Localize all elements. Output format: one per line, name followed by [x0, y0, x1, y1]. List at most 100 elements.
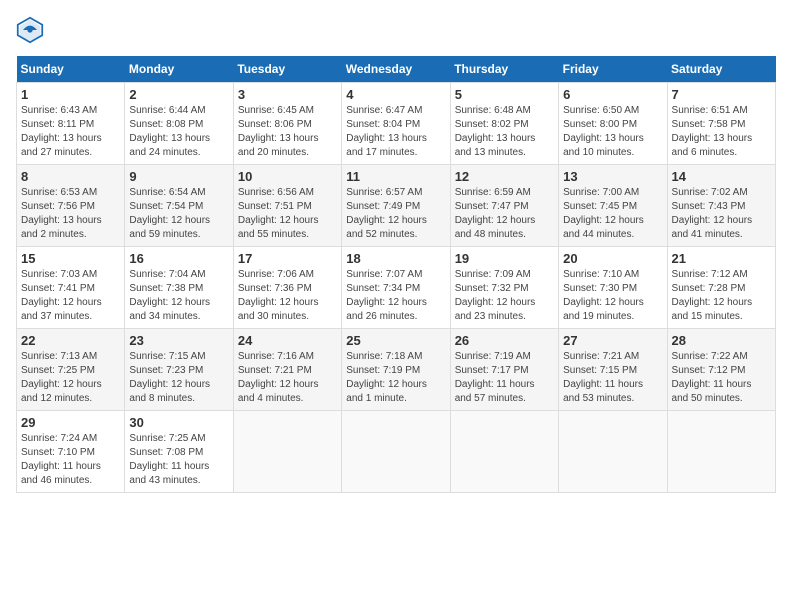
day-number: 8: [21, 169, 120, 184]
day-detail: Sunrise: 6:59 AM Sunset: 7:47 PM Dayligh…: [455, 186, 554, 242]
day-detail: Sunrise: 7:10 AM Sunset: 7:30 PM Dayligh…: [563, 268, 662, 324]
week-row-1: 1Sunrise: 6:43 AM Sunset: 8:11 PM Daylig…: [17, 83, 776, 165]
day-detail: Sunrise: 7:21 AM Sunset: 7:15 PM Dayligh…: [563, 350, 662, 406]
day-detail: Sunrise: 6:44 AM Sunset: 8:08 PM Dayligh…: [129, 104, 228, 160]
day-cell: 9 Sunrise: 6:54 AM Sunset: 7:54 PM Daylig…: [125, 165, 233, 247]
col-header-wednesday: Wednesday: [342, 56, 450, 83]
day-detail: Sunrise: 7:09 AM Sunset: 7:32 PM Dayligh…: [455, 268, 554, 324]
day-cell: [233, 411, 341, 493]
day-cell: 18Sunrise: 7:07 AM Sunset: 7:34 PM Dayli…: [342, 247, 450, 329]
day-number: 9: [129, 169, 228, 184]
day-cell: 16 Sunrise: 7:04 AM Sunset: 7:38 PM Dayli…: [125, 247, 233, 329]
day-cell: 29 Sunrise: 7:24 AM Sunset: 7:10 PM Dayli…: [17, 411, 125, 493]
day-cell: 6Sunrise: 6:50 AM Sunset: 8:00 PM Daylig…: [559, 83, 667, 165]
day-cell: 28Sunrise: 7:22 AM Sunset: 7:12 PM Dayli…: [667, 329, 775, 411]
day-cell: 2 Sunrise: 6:44 AM Sunset: 8:08 PM Daylig…: [125, 83, 233, 165]
day-number: 15: [21, 251, 120, 266]
day-cell: 12 Sunrise: 6:59 AM Sunset: 7:47 PM Dayli…: [450, 165, 558, 247]
day-cell: 22 Sunrise: 7:13 AM Sunset: 7:25 PM Dayli…: [17, 329, 125, 411]
page-header: [16, 16, 776, 44]
day-detail: Sunrise: 7:24 AM Sunset: 7:10 PM Dayligh…: [21, 432, 120, 488]
day-cell: 3Sunrise: 6:45 AM Sunset: 8:06 PM Daylig…: [233, 83, 341, 165]
day-cell: 19 Sunrise: 7:09 AM Sunset: 7:32 PM Dayli…: [450, 247, 558, 329]
day-number: 7: [672, 87, 771, 102]
day-detail: Sunrise: 7:12 AM Sunset: 7:28 PM Dayligh…: [672, 268, 771, 324]
day-number: 17: [238, 251, 337, 266]
col-header-monday: Monday: [125, 56, 233, 83]
day-number: 16: [129, 251, 228, 266]
day-number: 3: [238, 87, 337, 102]
day-number: 14: [672, 169, 771, 184]
day-detail: Sunrise: 7:22 AM Sunset: 7:12 PM Dayligh…: [672, 350, 771, 406]
day-detail: Sunrise: 6:53 AM Sunset: 7:56 PM Dayligh…: [21, 186, 120, 242]
day-cell: 7 Sunrise: 6:51 AM Sunset: 7:58 PM Daylig…: [667, 83, 775, 165]
day-detail: Sunrise: 6:51 AM Sunset: 7:58 PM Dayligh…: [672, 104, 771, 160]
day-number: 29: [21, 415, 120, 430]
day-detail: Sunrise: 7:07 AM Sunset: 7:34 PM Dayligh…: [346, 268, 445, 324]
day-cell: [342, 411, 450, 493]
day-detail: Sunrise: 6:43 AM Sunset: 8:11 PM Dayligh…: [21, 104, 120, 160]
day-number: 19: [455, 251, 554, 266]
col-header-saturday: Saturday: [667, 56, 775, 83]
day-cell: [559, 411, 667, 493]
day-cell: 24 Sunrise: 7:16 AM Sunset: 7:21 PM Dayli…: [233, 329, 341, 411]
day-number: 12: [455, 169, 554, 184]
calendar-table: SundayMondayTuesdayWednesdayThursdayFrid…: [16, 56, 776, 493]
day-cell: 4 Sunrise: 6:47 AM Sunset: 8:04 PM Daylig…: [342, 83, 450, 165]
day-number: 22: [21, 333, 120, 348]
col-header-sunday: Sunday: [17, 56, 125, 83]
day-cell: 14 Sunrise: 7:02 AM Sunset: 7:43 PM Dayli…: [667, 165, 775, 247]
day-cell: 5 Sunrise: 6:48 AM Sunset: 8:02 PM Daylig…: [450, 83, 558, 165]
week-row-3: 15 Sunrise: 7:03 AM Sunset: 7:41 PM Dayli…: [17, 247, 776, 329]
week-row-2: 8 Sunrise: 6:53 AM Sunset: 7:56 PM Daylig…: [17, 165, 776, 247]
day-number: 26: [455, 333, 554, 348]
day-cell: 27 Sunrise: 7:21 AM Sunset: 7:15 PM Dayli…: [559, 329, 667, 411]
day-number: 2: [129, 87, 228, 102]
day-cell: 26 Sunrise: 7:19 AM Sunset: 7:17 PM Dayli…: [450, 329, 558, 411]
day-detail: Sunrise: 7:15 AM Sunset: 7:23 PM Dayligh…: [129, 350, 228, 406]
day-cell: 21 Sunrise: 7:12 AM Sunset: 7:28 PM Dayli…: [667, 247, 775, 329]
day-detail: Sunrise: 6:47 AM Sunset: 8:04 PM Dayligh…: [346, 104, 445, 160]
day-number: 5: [455, 87, 554, 102]
day-number: 23: [129, 333, 228, 348]
day-cell: 15 Sunrise: 7:03 AM Sunset: 7:41 PM Dayli…: [17, 247, 125, 329]
column-headers: SundayMondayTuesdayWednesdayThursdayFrid…: [17, 56, 776, 83]
day-number: 4: [346, 87, 445, 102]
day-detail: Sunrise: 7:06 AM Sunset: 7:36 PM Dayligh…: [238, 268, 337, 324]
day-detail: Sunrise: 6:57 AM Sunset: 7:49 PM Dayligh…: [346, 186, 445, 242]
day-cell: 13Sunrise: 7:00 AM Sunset: 7:45 PM Dayli…: [559, 165, 667, 247]
day-detail: Sunrise: 6:54 AM Sunset: 7:54 PM Dayligh…: [129, 186, 228, 242]
day-number: 11: [346, 169, 445, 184]
day-detail: Sunrise: 6:50 AM Sunset: 8:00 PM Dayligh…: [563, 104, 662, 160]
day-cell: [667, 411, 775, 493]
day-cell: 30 Sunrise: 7:25 AM Sunset: 7:08 PM Dayli…: [125, 411, 233, 493]
day-cell: [450, 411, 558, 493]
day-number: 20: [563, 251, 662, 266]
day-cell: 23 Sunrise: 7:15 AM Sunset: 7:23 PM Dayli…: [125, 329, 233, 411]
day-cell: 1Sunrise: 6:43 AM Sunset: 8:11 PM Daylig…: [17, 83, 125, 165]
day-cell: 11 Sunrise: 6:57 AM Sunset: 7:49 PM Dayli…: [342, 165, 450, 247]
day-cell: 8 Sunrise: 6:53 AM Sunset: 7:56 PM Daylig…: [17, 165, 125, 247]
day-detail: Sunrise: 7:02 AM Sunset: 7:43 PM Dayligh…: [672, 186, 771, 242]
week-row-4: 22 Sunrise: 7:13 AM Sunset: 7:25 PM Dayli…: [17, 329, 776, 411]
day-detail: Sunrise: 6:56 AM Sunset: 7:51 PM Dayligh…: [238, 186, 337, 242]
day-cell: 17 Sunrise: 7:06 AM Sunset: 7:36 PM Dayli…: [233, 247, 341, 329]
day-detail: Sunrise: 7:16 AM Sunset: 7:21 PM Dayligh…: [238, 350, 337, 406]
day-detail: Sunrise: 7:03 AM Sunset: 7:41 PM Dayligh…: [21, 268, 120, 324]
day-cell: 20 Sunrise: 7:10 AM Sunset: 7:30 PM Dayli…: [559, 247, 667, 329]
day-detail: Sunrise: 7:25 AM Sunset: 7:08 PM Dayligh…: [129, 432, 228, 488]
day-number: 27: [563, 333, 662, 348]
day-number: 21: [672, 251, 771, 266]
day-detail: Sunrise: 7:18 AM Sunset: 7:19 PM Dayligh…: [346, 350, 445, 406]
day-number: 30: [129, 415, 228, 430]
col-header-friday: Friday: [559, 56, 667, 83]
day-detail: Sunrise: 6:48 AM Sunset: 8:02 PM Dayligh…: [455, 104, 554, 160]
logo-icon: [16, 16, 44, 44]
day-detail: Sunrise: 7:04 AM Sunset: 7:38 PM Dayligh…: [129, 268, 228, 324]
day-number: 24: [238, 333, 337, 348]
day-number: 25: [346, 333, 445, 348]
day-detail: Sunrise: 7:13 AM Sunset: 7:25 PM Dayligh…: [21, 350, 120, 406]
col-header-thursday: Thursday: [450, 56, 558, 83]
day-detail: Sunrise: 7:19 AM Sunset: 7:17 PM Dayligh…: [455, 350, 554, 406]
week-row-5: 29 Sunrise: 7:24 AM Sunset: 7:10 PM Dayli…: [17, 411, 776, 493]
